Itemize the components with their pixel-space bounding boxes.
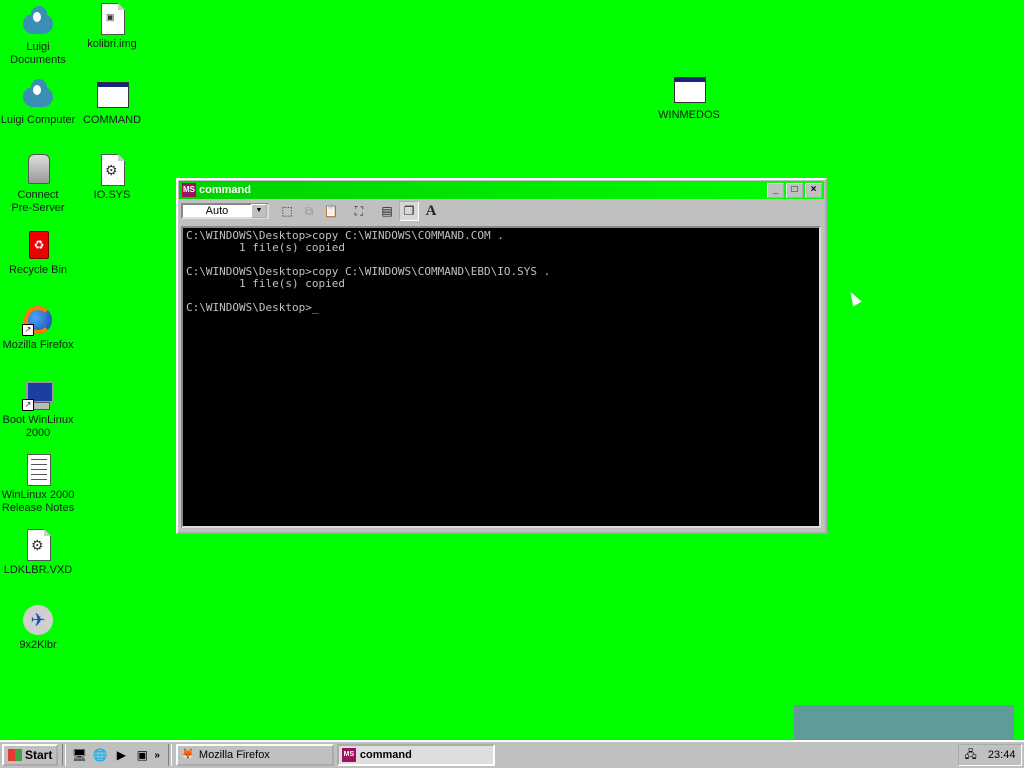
console-output[interactable]: C:\WINDOWS\Desktop>copy C:\WINDOWS\COMMA… [181,226,821,528]
driver-file-icon: ⚙ [22,529,54,561]
desktop-icon-label: 9x2Klbr [19,639,57,651]
desktop-icon-label: kolibri.img [87,38,137,50]
desktop-icon-label: Mozilla Firefox [2,339,74,351]
mark-icon[interactable]: ⬚ [277,201,297,221]
maximize-button[interactable]: □ [786,182,803,198]
system-tray: 🖧 23:44 [958,744,1022,766]
desktop-panel [794,705,1014,740]
minimize-button[interactable]: _ [767,182,784,198]
task-label: command [359,749,412,761]
recycle-bin-icon: ♻ [22,229,54,261]
desktop-icon-label: Connect Pre-Server [11,189,65,214]
desktop-icon-connect-pre-server[interactable]: Connect Pre-Server [0,154,76,215]
desktop-icon-command[interactable]: COMMAND [74,79,150,127]
cloud-folder-icon [22,6,54,38]
desktop-icon-9x2klbr[interactable]: ✈ 9x2Klbr [0,604,76,652]
chevron-down-icon[interactable]: ▼ [251,204,267,218]
desktop-icon-label: WINMEDOS [658,109,720,121]
window-title: command [199,184,251,196]
ms-dos-icon[interactable]: MS [182,183,196,197]
desktop-icon-label: Boot WinLinux 2000 [2,414,74,439]
desktop-icon-label: Luigi Computer [0,114,76,126]
clock[interactable]: 23:44 [988,749,1016,761]
paste-icon[interactable]: 📋 [321,201,341,221]
fullscreen-icon[interactable]: ⛶ [349,201,369,221]
computer-icon: ↗ [22,379,54,411]
desktop-icon-luigi-computer[interactable]: Luigi Computer [0,79,76,127]
notes-document-icon [22,454,54,486]
desktop-icon-label: Luigi Documents [10,41,66,66]
windows-logo-icon [8,749,22,761]
desktop-icon-recycle-bin[interactable]: ♻ Recycle Bin [0,229,76,277]
server-icon [22,154,54,186]
desktop-icon-ldklbr-vxd[interactable]: ⚙ LDKLBR.VXD [0,529,76,577]
window-toolbar: Auto ▼ ⬚ ⧉ 📋 ⛶ ▤ ❐ A [178,200,825,222]
desktop-icon-mozilla-firefox[interactable]: ↗ Mozilla Firefox [0,304,76,352]
font-size-value: Auto [205,205,229,217]
dos-window-icon [96,79,129,111]
window-titlebar[interactable]: MS command _ □ × [179,181,824,199]
font-size-select[interactable]: Auto ▼ [181,203,269,219]
network-icon[interactable]: 🖧 [965,746,977,765]
desktop-icon-label: WinLinux 2000 Release Notes [1,489,75,514]
taskbar: Start 🖥 🌐 ▶ ▣ » 🦊 Mozilla Firefox MS com… [0,740,1024,768]
background-icon[interactable]: ❐ [399,201,419,221]
plane-icon: ✈ [22,604,54,636]
desktop-icon-label: LDKLBR.VXD [3,564,73,576]
taskbar-divider [167,744,172,766]
desktop-icon-label: Recycle Bin [8,264,68,276]
image-file-icon: ▣ [96,3,128,35]
dos-window-icon [673,74,706,106]
system-file-icon: ⚙ [96,154,128,186]
close-button[interactable]: × [805,182,822,198]
desktop-icon-boot-winlinux[interactable]: ↗ Boot WinLinux 2000 [0,379,76,440]
task-button-firefox[interactable]: 🦊 Mozilla Firefox [175,744,334,766]
mouse-pointer-icon [846,289,862,307]
desktop-icon-winmedos[interactable]: WINMEDOS [651,74,727,122]
cloud-computer-icon [22,79,54,111]
taskbar-divider [62,744,67,766]
desktop-icon-kolibri-img[interactable]: ▣ kolibri.img [74,3,150,51]
start-label: Start [25,748,53,762]
show-desktop-icon[interactable]: 🖥 [70,746,88,764]
internet-icon[interactable]: 🌐 [91,746,109,764]
copy-icon[interactable]: ⧉ [299,201,319,221]
properties-icon[interactable]: ▤ [377,201,397,221]
channels-icon[interactable]: ▣ [133,746,151,764]
command-window[interactable]: MS command _ □ × Auto ▼ ⬚ ⧉ 📋 ⛶ ▤ ❐ A C:… [176,178,827,534]
desktop-icon-io-sys[interactable]: ⚙ IO.SYS [74,154,150,202]
start-button[interactable]: Start [2,744,59,766]
firefox-icon: ↗ [22,304,54,336]
font-icon[interactable]: A [421,201,441,221]
task-label: Mozilla Firefox [198,749,270,761]
task-button-command[interactable]: MS command [336,744,495,766]
desktop-icon-release-notes[interactable]: WinLinux 2000 Release Notes [0,454,76,515]
quick-launch-more[interactable]: » [154,750,160,761]
ms-dos-icon: MS [341,748,356,762]
media-player-icon[interactable]: ▶ [112,746,130,764]
firefox-icon: 🦊 [181,749,195,760]
desktop-icon-luigi-documents[interactable]: Luigi Documents [0,6,76,67]
desktop-icon-label: IO.SYS [93,189,131,201]
desktop-icon-label: COMMAND [82,114,142,126]
